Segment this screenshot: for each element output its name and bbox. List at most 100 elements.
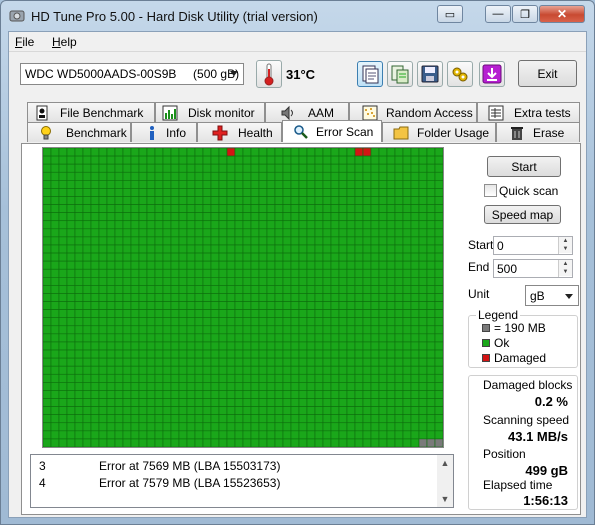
start-scan-button[interactable]: Start	[487, 156, 561, 177]
scan-block	[410, 398, 420, 407]
scan-block	[202, 220, 212, 230]
scan-block	[82, 188, 92, 197]
close-button[interactable]: ✕	[539, 5, 585, 23]
scan-block	[162, 406, 172, 415]
extra-title-button[interactable]: ▭	[437, 5, 463, 23]
tab-label: Health	[238, 126, 273, 140]
speed-map-button[interactable]: Speed map	[484, 205, 561, 224]
scan-block	[178, 220, 188, 230]
tab-folder-usage[interactable]: Folder Usage	[382, 122, 496, 142]
end-spinbox[interactable]: 500 ▲ ▼	[493, 259, 573, 278]
scan-block	[66, 373, 76, 383]
scan-block	[250, 373, 260, 383]
scan-block	[106, 365, 116, 375]
drive-select[interactable]: WDC WD5000AADS-00S9B (500 gB)	[20, 63, 244, 85]
spin-buttons[interactable]: ▲ ▼	[558, 237, 572, 254]
scan-block	[394, 293, 404, 302]
scan-block	[426, 244, 436, 254]
scan-block	[58, 333, 68, 343]
scroll-up-icon[interactable]: ▲	[437, 455, 453, 471]
spin-up-icon[interactable]: ▲	[559, 260, 572, 268]
tab-benchmark[interactable]: Benchmark	[27, 122, 131, 142]
log-scrollbar[interactable]: ▲ ▼	[437, 455, 453, 507]
tab-info[interactable]: Info	[131, 122, 197, 142]
scan-block	[122, 244, 132, 254]
scan-block	[210, 277, 220, 286]
spin-down-icon[interactable]: ▼	[559, 245, 572, 253]
scan-block	[298, 373, 308, 383]
scan-block	[82, 317, 92, 327]
scan-block	[274, 309, 284, 318]
scan-block	[426, 252, 436, 262]
scan-block	[434, 422, 443, 432]
scan-block	[250, 212, 260, 222]
spin-buttons[interactable]: ▲ ▼	[558, 260, 572, 277]
restore-button[interactable]: ❐	[512, 5, 538, 23]
scan-block	[338, 398, 348, 407]
scan-block	[82, 422, 92, 432]
scan-block	[250, 365, 260, 375]
scan-block	[82, 204, 92, 213]
tab-health[interactable]: Health	[197, 122, 282, 142]
exit-button[interactable]: Exit	[518, 60, 577, 87]
menu-help[interactable]: Help	[52, 35, 77, 49]
scan-block	[378, 155, 388, 165]
spin-down-icon[interactable]: ▼	[559, 268, 572, 276]
scan-block	[258, 268, 268, 278]
tab-extra-tests[interactable]: Extra tests	[477, 102, 580, 122]
scan-block	[58, 414, 68, 424]
quick-scan-checkbox[interactable]	[484, 184, 497, 197]
tab-erase[interactable]: Erase	[496, 122, 580, 142]
start-spinbox[interactable]: 0 ▲ ▼	[493, 236, 573, 255]
scan-block	[370, 277, 380, 286]
scan-block	[418, 349, 428, 359]
download-update-button[interactable]	[479, 61, 505, 87]
scan-block	[290, 390, 300, 399]
scan-block	[170, 422, 180, 432]
scan-block	[250, 333, 260, 343]
minimize-button[interactable]: —	[485, 5, 511, 23]
scan-block	[218, 373, 228, 383]
temperature-button[interactable]	[256, 60, 282, 88]
scan-block	[282, 357, 292, 367]
copy-info-button[interactable]	[357, 61, 383, 87]
title-bar[interactable]: HD Tune Pro 5.00 - Hard Disk Utility (tr…	[1, 1, 594, 31]
scan-block	[322, 196, 332, 205]
scan-block	[130, 188, 140, 197]
copy-screenshot-button[interactable]	[387, 61, 413, 87]
save-button[interactable]	[417, 61, 443, 87]
tab-aam[interactable]: AAM	[265, 102, 349, 122]
scan-block	[178, 382, 188, 391]
scan-block	[138, 325, 148, 335]
spin-up-icon[interactable]: ▲	[559, 237, 572, 245]
tab-disk-monitor[interactable]: Disk monitor	[155, 102, 265, 122]
tab-error-scan[interactable]: Error Scan	[282, 120, 382, 142]
scan-block	[186, 365, 196, 375]
tab-random-access[interactable]: Random Access	[349, 102, 477, 122]
options-button[interactable]	[447, 61, 473, 87]
menu-file[interactable]: File	[15, 35, 34, 49]
scroll-down-icon[interactable]: ▼	[437, 491, 453, 507]
error-log-list[interactable]: 3 Error at 7569 MB (LBA 15503173) 4 Erro…	[30, 454, 454, 508]
scan-block	[186, 236, 196, 246]
scan-block	[50, 285, 60, 294]
list-item[interactable]: 4 Error at 7579 MB (LBA 15523653)	[31, 476, 439, 492]
scan-block	[130, 171, 140, 181]
scan-block	[282, 285, 292, 294]
list-item[interactable]: 3 Error at 7569 MB (LBA 15503173)	[31, 459, 439, 475]
scan-block	[386, 317, 396, 327]
scan-block	[98, 349, 108, 359]
unit-select[interactable]: gB	[525, 285, 579, 306]
scan-block	[426, 398, 436, 407]
scan-block	[314, 430, 324, 440]
tab-file-benchmark[interactable]: File Benchmark	[27, 102, 155, 122]
scan-block	[290, 373, 300, 383]
scan-block	[66, 357, 76, 367]
scan-block	[154, 277, 164, 286]
scan-block	[362, 260, 372, 270]
scan-block	[282, 163, 292, 173]
scan-block	[82, 357, 92, 367]
scan-block	[43, 148, 52, 157]
scan-block	[210, 365, 220, 375]
scan-block	[43, 171, 52, 181]
